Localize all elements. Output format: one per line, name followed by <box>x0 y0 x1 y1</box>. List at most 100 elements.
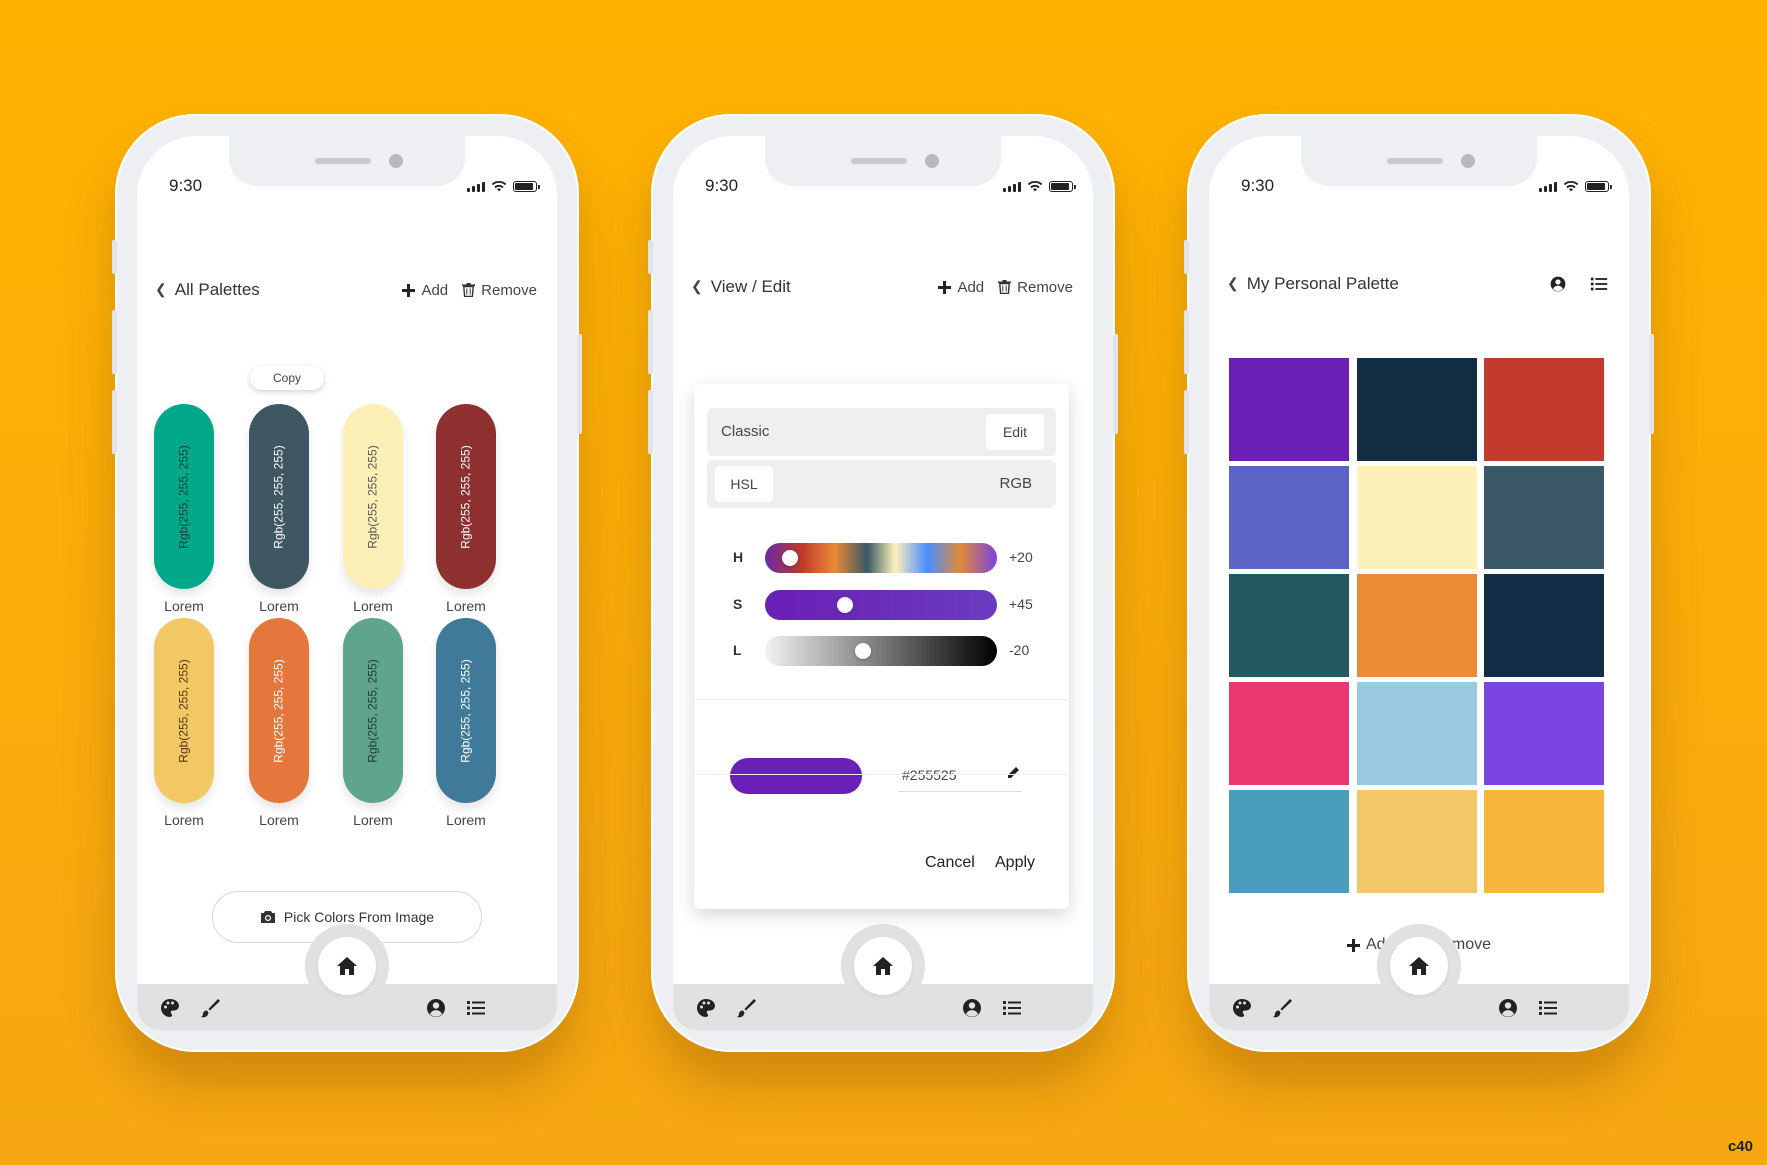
cancel-button[interactable]: Cancel <box>925 854 975 872</box>
remove-button[interactable]: Remove <box>998 279 1073 296</box>
plus-icon <box>938 280 952 294</box>
list-icon[interactable] <box>1589 274 1609 294</box>
slider-knob[interactable] <box>836 597 853 613</box>
brush-icon[interactable] <box>199 997 221 1019</box>
color-value-text: Rgb(255, 255, 255) <box>459 658 473 763</box>
chevron-left-icon: ❮ <box>691 277 703 294</box>
user-icon[interactable] <box>1549 275 1567 293</box>
color-pill[interactable]: Rgb(255, 255, 255) <box>343 618 403 803</box>
slider-knob[interactable] <box>854 643 871 659</box>
palette-swatch[interactable] <box>1357 790 1477 893</box>
notch <box>229 136 465 186</box>
user-icon[interactable] <box>961 997 983 1019</box>
status-icons <box>467 180 540 192</box>
home-icon <box>873 957 893 975</box>
color-pill[interactable]: Rgb(255, 255, 255) <box>436 404 496 589</box>
battery-icon <box>1585 181 1612 192</box>
lightness-slider[interactable]: L -20 <box>733 636 1063 666</box>
list-icon[interactable] <box>1537 997 1559 1019</box>
brush-icon[interactable] <box>735 997 757 1019</box>
palette-swatch[interactable] <box>1484 466 1604 569</box>
color-value-text: Rgb(255, 255, 255) <box>366 444 380 549</box>
header: ❮ View / Edit Add Remove <box>691 277 1073 297</box>
palette-icon[interactable] <box>695 997 717 1019</box>
color-pill[interactable]: Rgb(255, 255, 255) <box>343 404 403 589</box>
add-button[interactable]: Add <box>402 282 448 299</box>
notch <box>765 136 1001 186</box>
color-preview-swatch <box>730 758 862 794</box>
palette-swatch[interactable] <box>1357 682 1477 785</box>
back-button[interactable]: ❮ My Personal Palette <box>1227 274 1399 294</box>
back-button[interactable]: ❮ View / Edit <box>691 277 791 297</box>
color-pill[interactable]: Rgb(255, 255, 255) <box>249 618 309 803</box>
color-pill-label: Lorem <box>353 812 393 828</box>
screen: 9:30 ❮ My Personal Palette Add Remove <box>1209 136 1629 1030</box>
add-button[interactable]: Add <box>938 279 984 296</box>
slider-knob[interactable] <box>782 550 799 566</box>
home-icon <box>337 957 357 975</box>
user-icon[interactable] <box>1497 997 1519 1019</box>
palette-swatch[interactable] <box>1484 358 1604 461</box>
plus-icon <box>402 283 416 297</box>
palette-swatch[interactable] <box>1357 574 1477 677</box>
color-pill-label: Lorem <box>164 598 204 614</box>
home-button[interactable] <box>1377 924 1461 1008</box>
list-icon[interactable] <box>465 997 487 1019</box>
palette-swatch[interactable] <box>1357 358 1477 461</box>
phone-personal-palette: 9:30 ❮ My Personal Palette Add Remove <box>1184 114 1654 1052</box>
color-value-text: Rgb(255, 255, 255) <box>459 444 473 549</box>
color-pill[interactable]: Rgb(255, 255, 255) <box>249 404 309 589</box>
color-pill[interactable]: Rgb(255, 255, 255) <box>436 618 496 803</box>
brush-icon[interactable] <box>1271 997 1293 1019</box>
palette-swatch[interactable] <box>1357 466 1477 569</box>
color-pill-label: Lorem <box>259 598 299 614</box>
status-time: 9:30 <box>169 176 203 195</box>
color-pill-label: Lorem <box>164 812 204 828</box>
color-pill-label: Lorem <box>446 812 486 828</box>
apply-button[interactable]: Apply <box>995 854 1035 872</box>
palette-swatch[interactable] <box>1484 574 1604 677</box>
color-value-text: Rgb(255, 255, 255) <box>272 444 286 549</box>
palette-mode-row: Classic Edit <box>707 408 1056 456</box>
palette-swatch[interactable] <box>1229 466 1349 569</box>
phone-all-palettes: 9:30 ❮ All Palettes Add Remove Copy Rgb(… <box>112 114 582 1052</box>
camera-icon <box>260 911 275 923</box>
palette-swatch[interactable] <box>1229 682 1349 785</box>
chevron-left-icon: ❮ <box>155 280 167 297</box>
color-editor-card: Classic Edit HSL RGB H +20 S +45 L -20 #… <box>694 384 1069 909</box>
palette-icon[interactable] <box>1231 997 1253 1019</box>
palette-swatch[interactable] <box>1484 790 1604 893</box>
palette-swatch[interactable] <box>1229 574 1349 677</box>
palette-swatch[interactable] <box>1484 682 1604 785</box>
copy-tooltip: Copy <box>250 366 324 390</box>
color-pill-label: Lorem <box>259 812 299 828</box>
saturation-slider[interactable]: S +45 <box>733 590 1063 620</box>
color-pill[interactable]: Rgb(255, 255, 255) <box>154 404 214 589</box>
classic-label: Classic <box>721 423 770 440</box>
hex-input[interactable]: #255525 <box>898 764 1022 792</box>
palette-swatch[interactable] <box>1229 358 1349 461</box>
home-button[interactable] <box>305 924 389 1008</box>
status-time: 9:30 <box>705 176 739 195</box>
plus-icon <box>1346 938 1360 952</box>
color-value-text: Rgb(255, 255, 255) <box>272 658 286 763</box>
list-icon[interactable] <box>1001 997 1023 1019</box>
status-icons <box>1003 180 1076 192</box>
battery-icon <box>513 181 540 192</box>
hsl-tab[interactable]: HSL <box>715 466 773 502</box>
home-button[interactable] <box>841 924 925 1008</box>
edit-button[interactable]: Edit <box>986 414 1044 450</box>
header: ❮ My Personal Palette <box>1227 274 1609 294</box>
rgb-tab[interactable]: RGB <box>999 460 1032 508</box>
pencil-icon[interactable] <box>1006 766 1020 780</box>
palette-icon[interactable] <box>159 997 181 1019</box>
color-pill[interactable]: Rgb(255, 255, 255) <box>154 618 214 803</box>
screen: 9:30 ❮ View / Edit Add Remove Classic Ed… <box>673 136 1093 1030</box>
wifi-icon <box>491 180 507 192</box>
palette-swatch[interactable] <box>1229 790 1349 893</box>
remove-button[interactable]: Remove <box>462 282 537 299</box>
back-button[interactable]: ❮ All Palettes <box>155 280 260 300</box>
chevron-left-icon: ❮ <box>1227 274 1239 291</box>
user-icon[interactable] <box>425 997 447 1019</box>
hue-slider[interactable]: H +20 <box>733 543 1063 573</box>
